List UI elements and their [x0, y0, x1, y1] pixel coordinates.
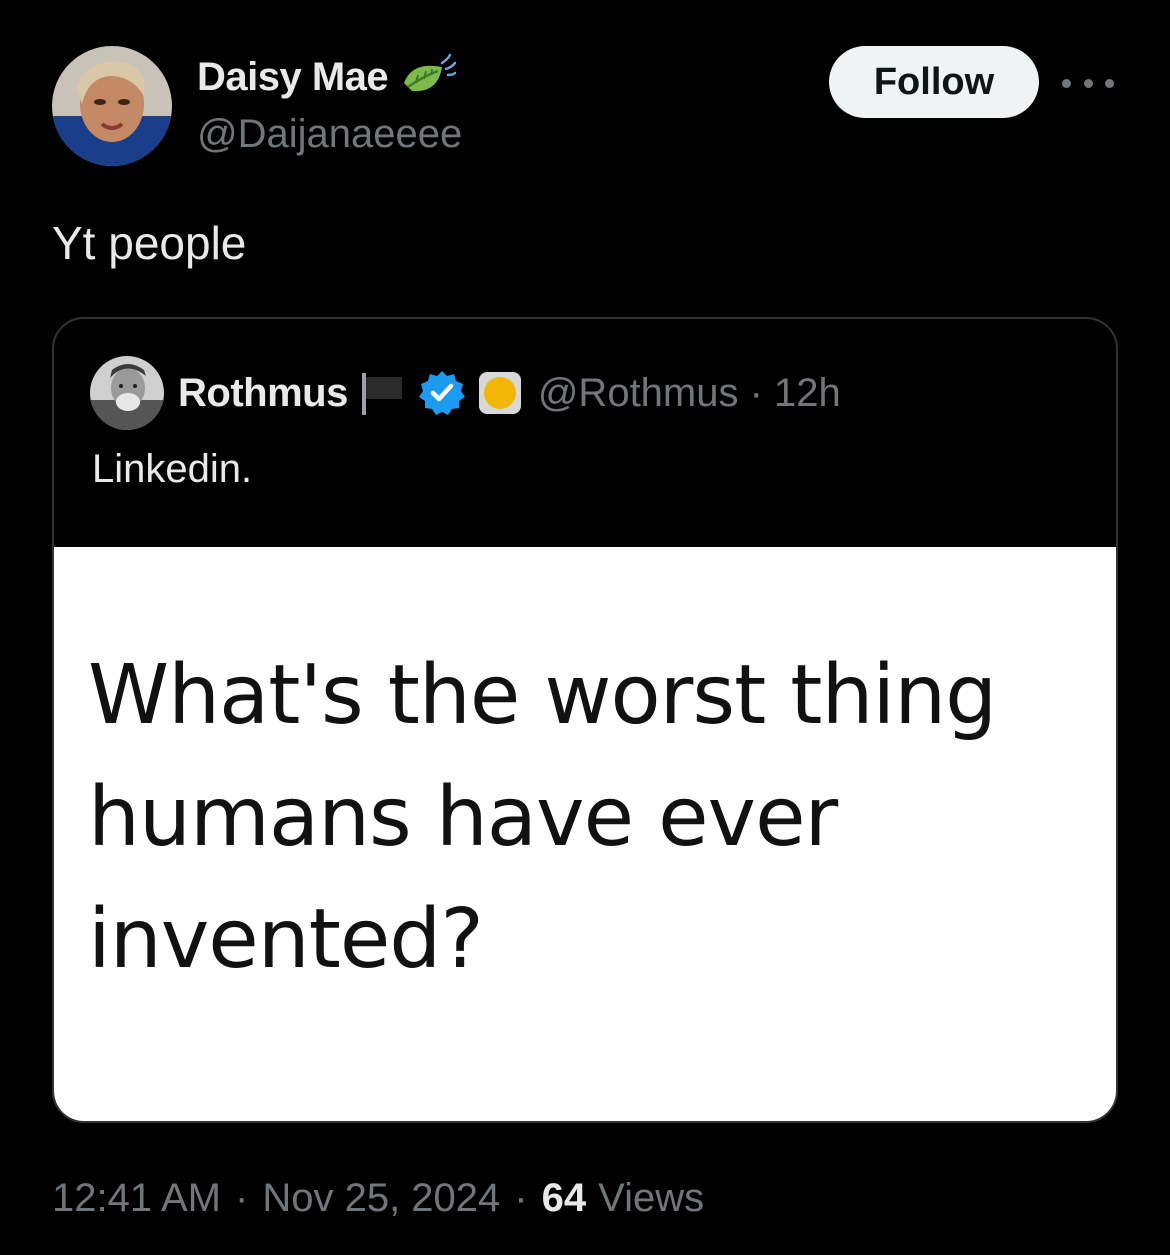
- views-count: 64: [541, 1176, 587, 1220]
- meta-separator: ·: [514, 1176, 528, 1220]
- author-display-name[interactable]: Daisy Mae: [197, 55, 389, 100]
- tweet: Daisy Mae @Daijanaeeee Follow Yt people: [0, 0, 1170, 1255]
- quoted-tweet-text: Linkedin.: [92, 447, 253, 491]
- yellow-circle-icon: [476, 369, 524, 417]
- tweet-text: Yt people: [52, 217, 247, 269]
- author-handle[interactable]: @Daijanaeeee: [197, 112, 462, 157]
- author-avatar[interactable]: [52, 46, 172, 166]
- flag-icon: [356, 369, 406, 417]
- tweet-time[interactable]: 12:41 AM: [52, 1176, 221, 1221]
- tweet-meta: 12:41 AM · Nov 25, 2024 · 64 Views: [52, 1176, 704, 1221]
- quoted-tweet-header: Rothmus @Rothmus · 12h: [90, 355, 841, 431]
- more-dot: [1083, 78, 1093, 88]
- views-label: Views: [598, 1176, 705, 1220]
- quoted-tweet-image[interactable]: What's the worst thing humans have ever …: [54, 547, 1116, 1121]
- quoted-tweet-card[interactable]: Rothmus @Rothmus · 12h Linkedin. What's …: [52, 317, 1118, 1123]
- author-name-row: Daisy Mae: [197, 52, 457, 102]
- verified-icon: [418, 369, 466, 417]
- more-dot: [1062, 78, 1071, 88]
- quoted-author-handle-time[interactable]: @Rothmus · 12h: [538, 371, 841, 416]
- quoted-author-avatar[interactable]: [90, 356, 164, 430]
- meta-separator: ·: [235, 1176, 249, 1220]
- more-dot: [1105, 78, 1114, 88]
- follow-button[interactable]: Follow: [829, 46, 1039, 118]
- quoted-author-name[interactable]: Rothmus: [178, 371, 348, 416]
- leaf-icon: [398, 53, 457, 101]
- more-icon[interactable]: [1062, 70, 1114, 96]
- tweet-date[interactable]: Nov 25, 2024: [262, 1176, 500, 1221]
- image-caption-text: What's the worst thing humans have ever …: [88, 648, 997, 987]
